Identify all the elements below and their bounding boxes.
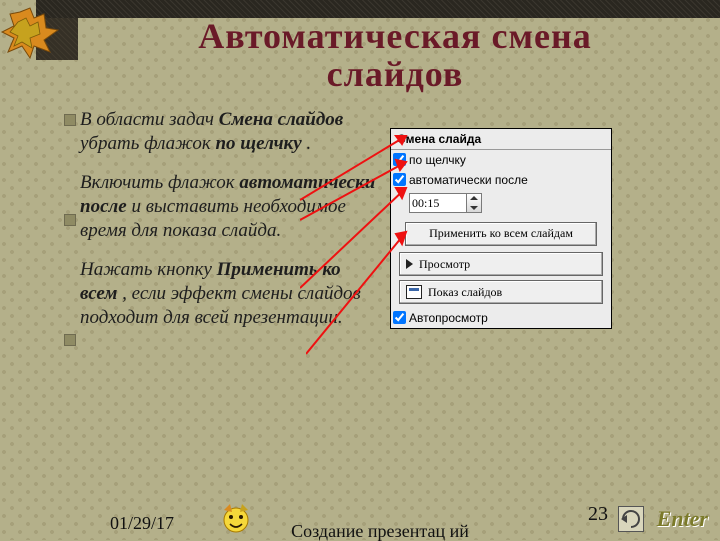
action-button[interactable] <box>618 506 644 532</box>
slideshow-button[interactable]: Показ слайдов <box>399 280 603 304</box>
bullet-icon <box>64 114 76 126</box>
footer-date: 01/29/17 <box>110 513 174 534</box>
bullet-icon <box>64 214 76 226</box>
bullet-icon <box>64 334 76 346</box>
leaf-icon <box>0 6 62 62</box>
checkbox-row-auto[interactable]: автоматически после <box>391 170 611 190</box>
apply-all-button[interactable]: Применить ко всем слайдам <box>405 222 597 246</box>
enter-label: Enter <box>657 506 708 532</box>
checkbox-row-click[interactable]: по щелчку <box>391 150 611 170</box>
smiley-icon <box>218 500 254 534</box>
title-line-1: Автоматическая смена <box>198 16 591 56</box>
panel-title: Смена слайда <box>391 129 611 150</box>
slide-title: Автоматическая смена слайдов <box>80 18 710 94</box>
preview-button[interactable]: Просмотр <box>399 252 603 276</box>
auto-after-label: автоматически после <box>409 173 528 187</box>
footer-title: Создание презентац ий <box>250 522 510 540</box>
arrow-annotation <box>306 226 426 366</box>
page-number: 23 <box>588 503 608 526</box>
slideshow-label: Показ слайдов <box>428 285 502 300</box>
preview-label: Просмотр <box>419 257 470 272</box>
time-row <box>391 190 611 216</box>
title-line-2: слайдов <box>327 54 464 94</box>
spinner-icon[interactable] <box>466 193 482 213</box>
